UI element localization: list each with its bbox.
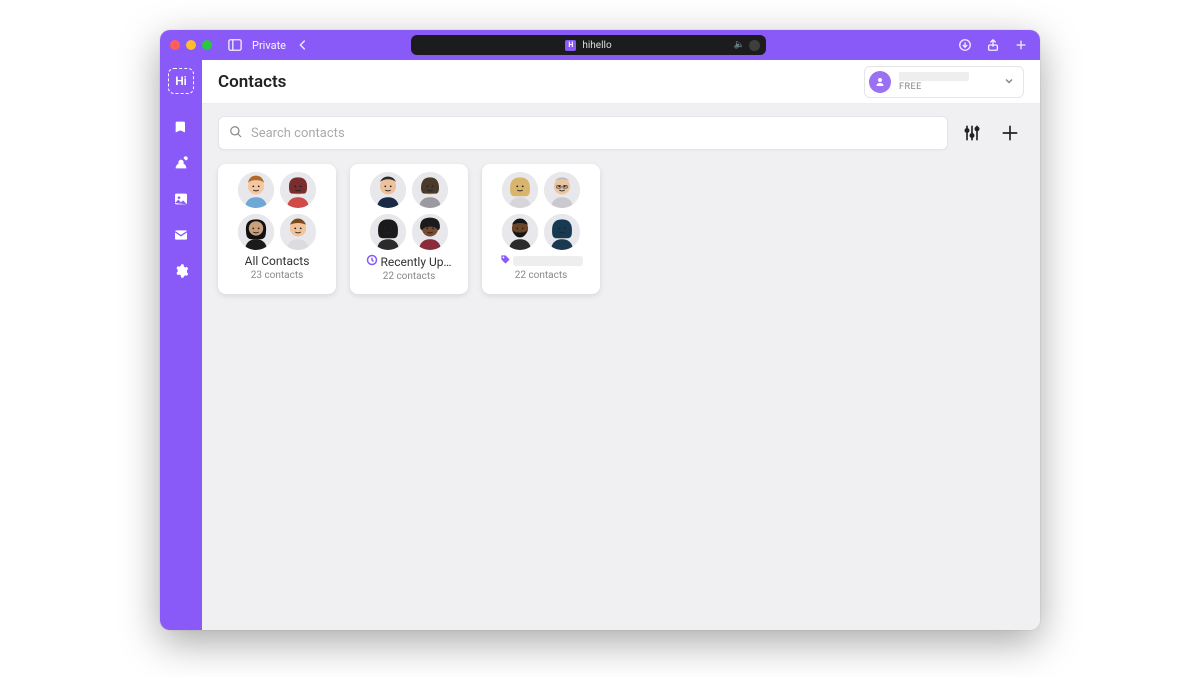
close-window-button[interactable] xyxy=(170,40,180,50)
search-input[interactable] xyxy=(251,126,937,141)
groups-grid: All Contacts 23 contacts Recently Up… 22 c… xyxy=(202,150,1040,308)
main-content: Contacts FREE xyxy=(202,60,1040,630)
app-sidebar: Hi xyxy=(160,60,202,630)
contacts-toolbar xyxy=(202,104,1040,150)
filter-button[interactable] xyxy=(958,119,986,147)
audio-icon: 🔈 xyxy=(734,40,745,50)
email-nav-icon[interactable] xyxy=(172,226,190,244)
share-icon[interactable] xyxy=(984,36,1002,54)
chevron-down-icon xyxy=(1003,72,1015,91)
zoom-window-button[interactable] xyxy=(202,40,212,50)
tag-icon xyxy=(500,254,511,268)
site-favicon: H xyxy=(565,40,576,51)
address-bar[interactable]: H hihello 🔈 xyxy=(411,35,766,55)
group-card[interactable]: Recently Up… 22 contacts xyxy=(350,164,468,294)
browser-titlebar: Private H hihello 🔈 xyxy=(160,30,1040,60)
group-title: Recently Up… xyxy=(366,254,451,269)
contact-avatar xyxy=(370,214,406,250)
contact-avatar xyxy=(238,172,274,208)
group-card[interactable]: 22 contacts xyxy=(482,164,600,294)
contact-avatar xyxy=(412,214,448,250)
app-logo[interactable]: Hi xyxy=(168,68,194,94)
content-header: Contacts FREE xyxy=(202,60,1040,104)
contact-avatar xyxy=(280,172,316,208)
avatar-icon xyxy=(869,71,891,93)
search-box[interactable] xyxy=(218,116,948,150)
address-text: hihello xyxy=(582,40,611,51)
new-tab-icon[interactable] xyxy=(1012,36,1030,54)
plan-label: FREE xyxy=(899,83,995,92)
recently-updated-icon xyxy=(366,254,378,269)
sidebar-toggle-icon[interactable] xyxy=(226,36,244,54)
app-window: Private H hihello 🔈 Hi xyxy=(160,30,1040,630)
add-contact-button[interactable] xyxy=(996,119,1024,147)
account-menu[interactable]: FREE xyxy=(864,66,1024,98)
group-count: 22 contacts xyxy=(515,270,568,281)
contact-avatar xyxy=(544,214,580,250)
contact-avatar xyxy=(238,214,274,250)
group-title xyxy=(500,254,583,268)
settings-nav-icon[interactable] xyxy=(172,262,190,280)
window-controls xyxy=(170,40,212,50)
cards-nav-icon[interactable] xyxy=(172,118,190,136)
group-count: 23 contacts xyxy=(251,270,304,281)
contact-avatar xyxy=(370,172,406,208)
back-icon[interactable] xyxy=(294,36,312,54)
backgrounds-nav-icon[interactable] xyxy=(172,190,190,208)
contact-avatar xyxy=(544,172,580,208)
group-title: All Contacts xyxy=(245,254,310,268)
group-count: 22 contacts xyxy=(383,271,436,282)
contacts-nav-icon[interactable] xyxy=(172,154,190,172)
account-name-placeholder xyxy=(899,72,969,81)
minimize-window-button[interactable] xyxy=(186,40,196,50)
contact-avatar xyxy=(412,172,448,208)
contact-avatar xyxy=(280,214,316,250)
page-title: Contacts xyxy=(218,72,286,92)
private-badge: Private xyxy=(252,39,286,52)
downloads-icon[interactable] xyxy=(956,36,974,54)
contact-avatar xyxy=(502,214,538,250)
group-title-placeholder xyxy=(513,256,583,266)
search-icon xyxy=(229,124,243,143)
tracker-icon xyxy=(749,40,760,51)
group-card[interactable]: All Contacts 23 contacts xyxy=(218,164,336,294)
contact-avatar xyxy=(502,172,538,208)
